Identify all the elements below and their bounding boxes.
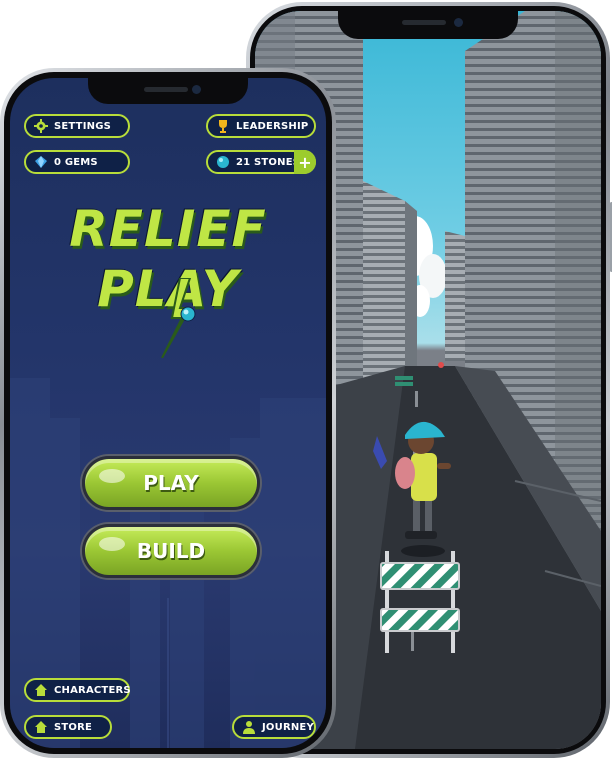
journey-button[interactable]: JOURNEY <box>232 715 316 739</box>
skyline-background <box>10 378 326 748</box>
logo-line-1: RELIEF <box>69 200 267 258</box>
notch <box>88 78 248 104</box>
stone-icon <box>216 155 230 169</box>
logo-lightning-icon <box>161 278 196 358</box>
gear-icon <box>34 119 48 133</box>
build-button[interactable]: BUILD <box>82 524 260 578</box>
stones-counter: 21 STONES + <box>206 150 316 174</box>
stones-label: 21 STONES <box>236 156 301 168</box>
store-icon <box>34 720 48 734</box>
button-shine <box>99 537 125 551</box>
leadership-label: LEADERSHIP <box>236 120 309 132</box>
characters-button[interactable]: CHARACTERS <box>24 678 131 702</box>
trophy-icon <box>216 119 230 133</box>
home-icon <box>34 683 48 697</box>
journey-label: JOURNEY <box>262 721 314 733</box>
plus-icon: + <box>298 152 312 172</box>
menu-screen: SETTINGS LEADERSHIP 0 GEMS 21 STONES + R… <box>10 78 326 748</box>
notch <box>338 11 518 39</box>
gem-icon <box>34 155 48 169</box>
build-label: BUILD <box>136 539 206 563</box>
person-icon <box>242 720 256 734</box>
store-label: STORE <box>54 721 93 733</box>
leadership-button[interactable]: LEADERSHIP <box>206 114 316 138</box>
characters-label: CHARACTERS <box>54 684 131 696</box>
gems-label: 0 GEMS <box>54 156 98 168</box>
settings-button[interactable]: SETTINGS <box>24 114 130 138</box>
button-shine <box>99 469 125 483</box>
play-button[interactable]: PLAY <box>82 456 260 510</box>
gems-counter: 0 GEMS <box>24 150 130 174</box>
store-button[interactable]: STORE <box>24 715 112 739</box>
phone-menu-view: SETTINGS LEADERSHIP 0 GEMS 21 STONES + R… <box>0 68 336 758</box>
play-label: PLAY <box>143 471 199 495</box>
settings-label: SETTINGS <box>54 120 112 132</box>
